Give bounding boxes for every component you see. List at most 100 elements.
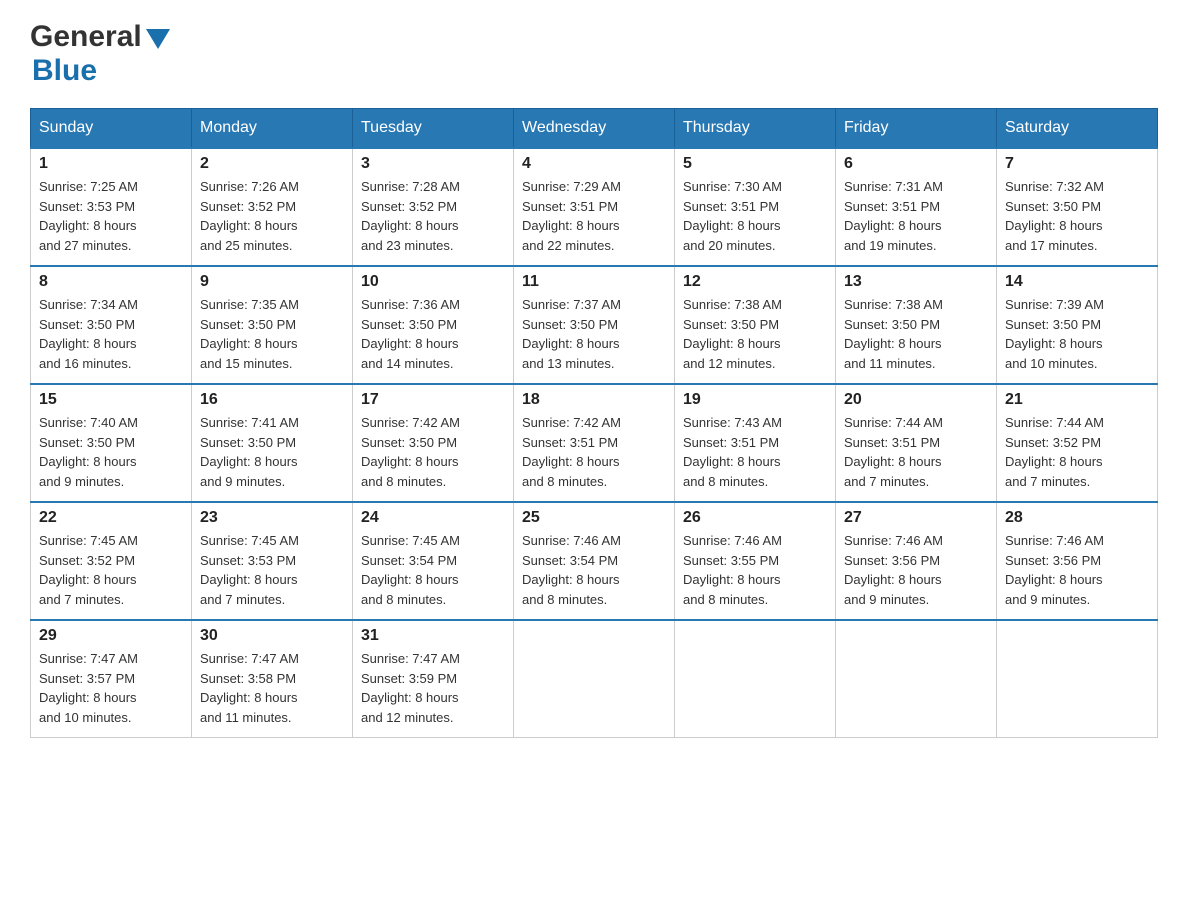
calendar-cell: 9 Sunrise: 7:35 AMSunset: 3:50 PMDaylight… [192,266,353,384]
calendar-cell: 20 Sunrise: 7:44 AMSunset: 3:51 PMDayligh… [836,384,997,502]
calendar-week-2: 8 Sunrise: 7:34 AMSunset: 3:50 PMDaylight… [31,266,1158,384]
calendar-week-5: 29 Sunrise: 7:47 AMSunset: 3:57 PMDayligh… [31,620,1158,738]
day-info: Sunrise: 7:38 AMSunset: 3:50 PMDaylight:… [844,297,943,371]
calendar-cell: 3 Sunrise: 7:28 AMSunset: 3:52 PMDaylight… [353,148,514,266]
day-info: Sunrise: 7:47 AMSunset: 3:59 PMDaylight:… [361,651,460,725]
day-number: 31 [361,627,505,645]
calendar-cell: 4 Sunrise: 7:29 AMSunset: 3:51 PMDaylight… [514,148,675,266]
calendar-cell: 7Sunrise: 7:32 AMSunset: 3:50 PMDaylight… [997,148,1158,266]
header-thursday: Thursday [675,109,836,149]
day-info: Sunrise: 7:38 AMSunset: 3:50 PMDaylight:… [683,297,782,371]
calendar-cell: 12 Sunrise: 7:38 AMSunset: 3:50 PMDayligh… [675,266,836,384]
day-number: 21 [1005,391,1149,409]
logo-general-text: General [30,20,142,54]
day-number: 19 [683,391,827,409]
logo: General Blue [30,20,170,88]
day-number: 28 [1005,509,1149,527]
day-info: Sunrise: 7:35 AMSunset: 3:50 PMDaylight:… [200,297,299,371]
day-info: Sunrise: 7:46 AMSunset: 3:55 PMDaylight:… [683,533,782,607]
day-number: 22 [39,509,183,527]
day-number: 14 [1005,273,1149,291]
day-number: 24 [361,509,505,527]
calendar-cell: 13 Sunrise: 7:38 AMSunset: 3:50 PMDayligh… [836,266,997,384]
calendar-cell: 31 Sunrise: 7:47 AMSunset: 3:59 PMDayligh… [353,620,514,738]
day-number: 15 [39,391,183,409]
calendar-cell: 14Sunrise: 7:39 AMSunset: 3:50 PMDayligh… [997,266,1158,384]
calendar-cell [675,620,836,738]
day-number: 12 [683,273,827,291]
day-info: Sunrise: 7:29 AMSunset: 3:51 PMDaylight:… [522,179,621,253]
calendar-cell: 6 Sunrise: 7:31 AMSunset: 3:51 PMDaylight… [836,148,997,266]
day-info: Sunrise: 7:28 AMSunset: 3:52 PMDaylight:… [361,179,460,253]
logo-blue-text: Blue [32,54,97,88]
day-info: Sunrise: 7:46 AMSunset: 3:56 PMDaylight:… [844,533,943,607]
calendar-cell: 10 Sunrise: 7:36 AMSunset: 3:50 PMDayligh… [353,266,514,384]
day-info: Sunrise: 7:46 AMSunset: 3:54 PMDaylight:… [522,533,621,607]
logo-triangle-icon [146,29,170,49]
calendar-cell: 8 Sunrise: 7:34 AMSunset: 3:50 PMDaylight… [31,266,192,384]
calendar-cell: 11 Sunrise: 7:37 AMSunset: 3:50 PMDayligh… [514,266,675,384]
header-friday: Friday [836,109,997,149]
day-number: 16 [200,391,344,409]
calendar-cell: 2 Sunrise: 7:26 AMSunset: 3:52 PMDaylight… [192,148,353,266]
day-number: 10 [361,273,505,291]
calendar-cell: 29 Sunrise: 7:47 AMSunset: 3:57 PMDayligh… [31,620,192,738]
day-info: Sunrise: 7:25 AMSunset: 3:53 PMDaylight:… [39,179,138,253]
day-number: 3 [361,155,505,173]
day-info: Sunrise: 7:26 AMSunset: 3:52 PMDaylight:… [200,179,299,253]
day-number: 13 [844,273,988,291]
day-info: Sunrise: 7:34 AMSunset: 3:50 PMDaylight:… [39,297,138,371]
day-number: 27 [844,509,988,527]
calendar-cell: 15 Sunrise: 7:40 AMSunset: 3:50 PMDayligh… [31,384,192,502]
day-number: 4 [522,155,666,173]
day-number: 5 [683,155,827,173]
day-number: 29 [39,627,183,645]
day-number: 9 [200,273,344,291]
calendar-week-4: 22 Sunrise: 7:45 AMSunset: 3:52 PMDayligh… [31,502,1158,620]
day-number: 1 [39,155,183,173]
calendar-cell: 18Sunrise: 7:42 AMSunset: 3:51 PMDayligh… [514,384,675,502]
day-number: 18 [522,391,666,409]
day-info: Sunrise: 7:47 AMSunset: 3:57 PMDaylight:… [39,651,138,725]
day-number: 6 [844,155,988,173]
day-info: Sunrise: 7:37 AMSunset: 3:50 PMDaylight:… [522,297,621,371]
day-info: Sunrise: 7:30 AMSunset: 3:51 PMDaylight:… [683,179,782,253]
calendar-cell: 1 Sunrise: 7:25 AMSunset: 3:53 PMDaylight… [31,148,192,266]
calendar-cell: 5 Sunrise: 7:30 AMSunset: 3:51 PMDaylight… [675,148,836,266]
header-monday: Monday [192,109,353,149]
day-info: Sunrise: 7:45 AMSunset: 3:52 PMDaylight:… [39,533,138,607]
calendar-cell: 24 Sunrise: 7:45 AMSunset: 3:54 PMDayligh… [353,502,514,620]
day-number: 25 [522,509,666,527]
calendar-cell [997,620,1158,738]
calendar-cell: 19 Sunrise: 7:43 AMSunset: 3:51 PMDayligh… [675,384,836,502]
day-info: Sunrise: 7:44 AMSunset: 3:52 PMDaylight:… [1005,415,1104,489]
day-info: Sunrise: 7:41 AMSunset: 3:50 PMDaylight:… [200,415,299,489]
calendar-cell: 21 Sunrise: 7:44 AMSunset: 3:52 PMDayligh… [997,384,1158,502]
calendar-cell: 22 Sunrise: 7:45 AMSunset: 3:52 PMDayligh… [31,502,192,620]
day-info: Sunrise: 7:44 AMSunset: 3:51 PMDaylight:… [844,415,943,489]
day-number: 8 [39,273,183,291]
calendar-cell: 23Sunrise: 7:45 AMSunset: 3:53 PMDayligh… [192,502,353,620]
header-sunday: Sunday [31,109,192,149]
day-info: Sunrise: 7:45 AMSunset: 3:54 PMDaylight:… [361,533,460,607]
day-info: Sunrise: 7:36 AMSunset: 3:50 PMDaylight:… [361,297,460,371]
day-info: Sunrise: 7:43 AMSunset: 3:51 PMDaylight:… [683,415,782,489]
day-info: Sunrise: 7:31 AMSunset: 3:51 PMDaylight:… [844,179,943,253]
day-number: 20 [844,391,988,409]
day-info: Sunrise: 7:47 AMSunset: 3:58 PMDaylight:… [200,651,299,725]
calendar-cell: 28 Sunrise: 7:46 AMSunset: 3:56 PMDayligh… [997,502,1158,620]
day-number: 2 [200,155,344,173]
calendar-cell: 25 Sunrise: 7:46 AMSunset: 3:54 PMDayligh… [514,502,675,620]
calendar-header-row: SundayMondayTuesdayWednesdayThursdayFrid… [31,109,1158,149]
calendar-cell: 26Sunrise: 7:46 AMSunset: 3:55 PMDayligh… [675,502,836,620]
day-info: Sunrise: 7:40 AMSunset: 3:50 PMDaylight:… [39,415,138,489]
calendar-cell: 16 Sunrise: 7:41 AMSunset: 3:50 PMDayligh… [192,384,353,502]
calendar-cell: 17Sunrise: 7:42 AMSunset: 3:50 PMDayligh… [353,384,514,502]
header-tuesday: Tuesday [353,109,514,149]
day-number: 11 [522,273,666,291]
header-wednesday: Wednesday [514,109,675,149]
day-number: 23 [200,509,344,527]
day-info: Sunrise: 7:46 AMSunset: 3:56 PMDaylight:… [1005,533,1104,607]
calendar-cell: 27 Sunrise: 7:46 AMSunset: 3:56 PMDayligh… [836,502,997,620]
calendar-cell: 30Sunrise: 7:47 AMSunset: 3:58 PMDayligh… [192,620,353,738]
